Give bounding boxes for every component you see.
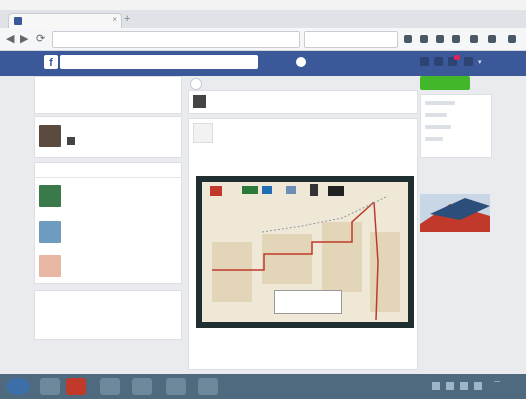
reload-button[interactable]: ⟳ [36, 32, 45, 45]
extension-icon[interactable] [470, 35, 478, 43]
divider [35, 177, 181, 178]
feed-card [34, 116, 182, 158]
address-bar[interactable] [52, 31, 300, 48]
extension-icon[interactable] [488, 35, 496, 43]
group-thumbnail[interactable] [39, 255, 61, 277]
menu-icon[interactable] [508, 35, 516, 43]
bookmarks-icon[interactable] [420, 35, 428, 43]
tray-icon[interactable] [432, 382, 440, 390]
account-menu-icon[interactable]: ▾ [478, 58, 482, 66]
user-avatar [193, 95, 206, 108]
facebook-search-input[interactable] [60, 55, 258, 69]
close-tab-icon[interactable]: × [112, 15, 117, 24]
volume-icon[interactable] [474, 382, 482, 390]
group-thumbnail[interactable] [39, 185, 61, 207]
star-icon[interactable] [404, 35, 412, 43]
taskbar-app-icon[interactable] [40, 378, 60, 395]
browser-search-box[interactable] [304, 31, 398, 48]
group-thumbnail[interactable] [39, 221, 61, 243]
composer-card[interactable] [188, 90, 418, 114]
post-thumbnail[interactable] [39, 125, 61, 147]
back-button[interactable]: ◀ [6, 32, 14, 45]
download-icon[interactable] [436, 35, 444, 43]
shortcut-item[interactable] [425, 113, 447, 117]
notification-badge [454, 55, 460, 60]
map-graphic [202, 182, 408, 322]
clock[interactable]: — [494, 378, 500, 386]
privacy-icon[interactable] [464, 57, 473, 66]
forward-button[interactable]: ▶ [20, 32, 28, 45]
ad-graphic [420, 198, 490, 232]
taskbar-app-icon[interactable] [166, 378, 186, 395]
taskbar-app-icon[interactable] [100, 378, 120, 395]
author-avatar[interactable] [193, 123, 213, 143]
profile-avatar[interactable] [296, 57, 306, 67]
post-image-map[interactable] [196, 176, 414, 328]
facebook-logo[interactable]: f [44, 55, 58, 69]
map-caption [274, 290, 342, 314]
tray-icon[interactable] [446, 382, 454, 390]
browser-tab[interactable]: × [8, 13, 122, 29]
taskbar-browser-icon[interactable] [66, 378, 86, 395]
facebook-favicon-icon [14, 17, 22, 25]
shortcuts-card [420, 94, 492, 158]
shortcut-item[interactable] [425, 101, 455, 105]
ad-image[interactable] [420, 194, 490, 232]
shortcut-item[interactable] [425, 125, 451, 129]
post-image-icon [67, 137, 75, 145]
home-icon[interactable] [452, 35, 460, 43]
friend-requests-icon[interactable] [420, 57, 429, 66]
messages-icon[interactable] [434, 57, 443, 66]
network-icon[interactable] [460, 382, 468, 390]
feed-card [34, 76, 182, 114]
footer-card [34, 290, 182, 340]
new-tab-button[interactable]: + [124, 13, 130, 25]
shortcut-item[interactable] [425, 137, 443, 141]
taskbar-app-icon[interactable] [132, 378, 152, 395]
groups-card [34, 162, 182, 284]
create-page-button[interactable] [420, 76, 470, 90]
start-button[interactable] [6, 378, 30, 395]
taskbar-app-icon[interactable] [198, 378, 218, 395]
info-icon[interactable] [190, 78, 202, 90]
